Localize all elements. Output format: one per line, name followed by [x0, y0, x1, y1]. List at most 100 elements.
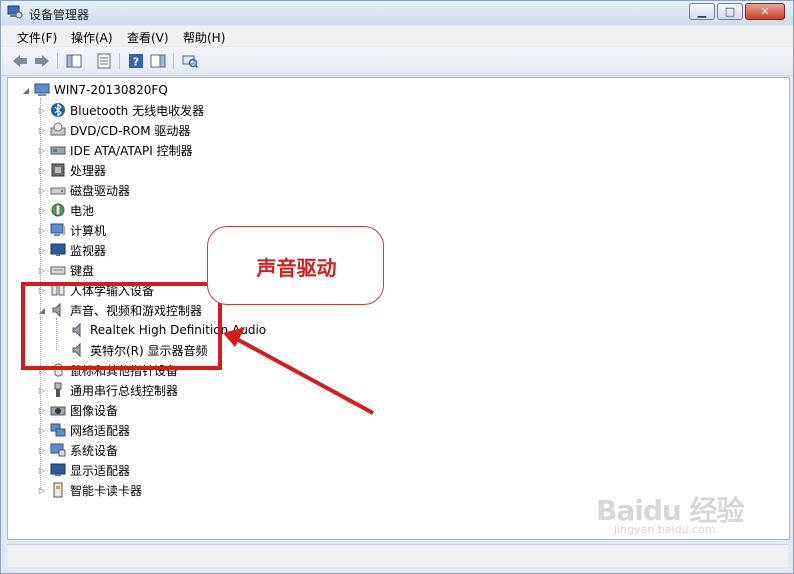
window-title: 设备管理器	[29, 8, 90, 22]
baidu-jingyan-watermark: Baidu 经验 jingyan.baidu.com	[596, 489, 745, 536]
tree-item-label: 计算机	[70, 223, 107, 238]
tree-item-usb[interactable]: ▷ 通用串行总线控制器	[38, 381, 178, 399]
menu-bar: 文件(F) 操作(A) 查看(V) 帮助(H)	[1, 26, 793, 46]
tree-item-ide[interactable]: ▷ IDE ATA/ATAPI 控制器	[38, 141, 193, 159]
callout-bubble: 声音驱动	[207, 226, 384, 305]
device-manager-icon	[7, 5, 23, 19]
dvd-drive-icon	[50, 122, 66, 136]
help-button[interactable]: ?	[127, 52, 145, 70]
status-bar	[7, 544, 788, 567]
menu-view[interactable]: 查看(V)	[127, 29, 169, 46]
maximize-icon: □	[724, 5, 736, 18]
tree-root-label: WIN7-20130820FQ	[54, 83, 168, 97]
toolbar-separator	[57, 53, 58, 69]
tree-item-label: 智能卡读卡器	[70, 483, 143, 498]
tree-item-label: DVD/CD-ROM 驱动器	[70, 123, 191, 138]
tree-item-bluetooth[interactable]: ▷ Bluetooth 无线电收发器	[38, 101, 204, 119]
menu-file[interactable]: 文件(F)	[17, 29, 57, 46]
tree-item-label: 监视器	[70, 243, 107, 258]
menu-help[interactable]: 帮助(H)	[183, 29, 225, 46]
close-button[interactable]: ✕	[745, 3, 785, 20]
highlight-box	[21, 282, 222, 370]
scan-hardware-icon	[182, 55, 198, 69]
tree-item-label: 网络适配器	[70, 423, 131, 438]
tree-item-label: 通用串行总线控制器	[70, 383, 179, 398]
expand-arrow-icon[interactable]: ▷	[38, 386, 46, 395]
tree-item-monitor[interactable]: ▷ 监视器	[38, 241, 106, 259]
tree-root[interactable]: ◢ WIN7-20130820FQ	[22, 81, 168, 99]
keyboard-icon	[50, 266, 66, 275]
show-hide-tree-icon	[66, 54, 82, 68]
tree-item-network[interactable]: ▷ 网络适配器	[38, 421, 130, 439]
close-icon: ✕	[760, 5, 770, 18]
display-adapter-icon	[50, 463, 66, 476]
network-icon	[50, 423, 66, 437]
monitor-icon	[50, 243, 66, 256]
tree-item-label: 键盘	[70, 263, 95, 278]
expand-arrow-icon[interactable]: ▷	[38, 246, 46, 255]
tree-item-label: 处理器	[70, 163, 107, 178]
tree-item-smartcard[interactable]: ▷ 智能卡读卡器	[38, 481, 142, 499]
tree-item-dvd[interactable]: ▷ DVD/CD-ROM 驱动器	[38, 121, 190, 139]
expand-arrow-icon[interactable]: ▷	[38, 106, 46, 115]
scan-hardware-button[interactable]	[181, 52, 199, 70]
tree-item-imaging[interactable]: ▷ 图像设备	[38, 401, 118, 419]
tree-item-system[interactable]: ▷ 系统设备	[38, 441, 118, 459]
action-pane-button[interactable]	[149, 52, 167, 70]
tree-item-battery[interactable]: ▷ 电池	[38, 201, 94, 219]
tree-item-processor[interactable]: ▷ 处理器	[38, 161, 106, 179]
tree-item-display-adapter[interactable]: ▷ 显示适配器	[38, 461, 130, 479]
usb-icon	[54, 382, 62, 397]
expand-arrow-icon[interactable]: ▷	[38, 446, 46, 455]
tree-item-label: 系统设备	[70, 443, 119, 458]
tree-item-disk[interactable]: ▷ 磁盘驱动器	[38, 181, 130, 199]
tree-item-label: 磁盘驱动器	[70, 183, 131, 198]
svg-text:?: ?	[133, 56, 139, 69]
tree-item-label: Bluetooth 无线电收发器	[70, 103, 205, 118]
back-button[interactable]	[11, 52, 29, 70]
expand-arrow-icon[interactable]: ▷	[38, 486, 46, 495]
expand-arrow-icon[interactable]: ▷	[38, 426, 46, 435]
properties-button[interactable]	[95, 52, 113, 70]
collapse-arrow-icon[interactable]: ◢	[22, 86, 30, 95]
title-bar[interactable]: 设备管理器 ▁ □ ✕	[1, 1, 793, 25]
window-controls: ▁ □ ✕	[687, 3, 785, 20]
tree-item-label: IDE ATA/ATAPI 控制器	[70, 143, 193, 158]
expand-arrow-icon[interactable]: ▷	[38, 146, 46, 155]
properties-icon	[97, 53, 111, 69]
action-pane-icon	[150, 54, 166, 68]
battery-icon	[51, 203, 65, 217]
expand-arrow-icon[interactable]: ▷	[38, 226, 46, 235]
expand-arrow-icon[interactable]: ▷	[38, 406, 46, 415]
expand-arrow-icon[interactable]: ▷	[38, 186, 46, 195]
minimize-icon: ▁	[697, 5, 707, 18]
minimize-button[interactable]: ▁	[689, 3, 715, 20]
menu-action[interactable]: 操作(A)	[71, 29, 113, 46]
forward-arrow-icon	[35, 55, 49, 67]
expand-arrow-icon[interactable]: ▷	[38, 206, 46, 215]
smartcard-icon	[53, 482, 63, 498]
toolbar-separator	[119, 53, 120, 69]
disk-drive-icon	[50, 187, 66, 195]
expand-arrow-icon[interactable]: ▷	[38, 266, 46, 275]
bluetooth-icon	[51, 103, 65, 117]
show-hide-tree-button[interactable]	[65, 52, 83, 70]
expand-arrow-icon[interactable]: ▷	[38, 126, 46, 135]
maximize-button[interactable]: □	[717, 3, 743, 20]
tree-item-label: 显示适配器	[70, 463, 131, 478]
camera-icon	[50, 406, 66, 416]
device-manager-window: 设备管理器 ▁ □ ✕ 文件(F) 操作(A) 查看(V) 帮助(H) ? ◢ …	[0, 0, 794, 574]
processor-icon	[51, 163, 65, 177]
tree-item-label: 电池	[70, 203, 95, 218]
tree-item-computer[interactable]: ▷ 计算机	[38, 221, 106, 239]
tree-item-keyboard[interactable]: ▷ 键盘	[38, 261, 94, 279]
callout-text: 声音驱动	[256, 256, 337, 280]
help-icon: ?	[129, 54, 143, 69]
system-device-icon	[50, 443, 66, 457]
expand-arrow-icon[interactable]: ▷	[38, 466, 46, 475]
expand-arrow-icon[interactable]: ▷	[38, 166, 46, 175]
ide-controller-icon	[50, 146, 66, 155]
forward-button[interactable]	[33, 52, 51, 70]
computer-icon	[34, 83, 50, 96]
back-arrow-icon	[13, 55, 27, 67]
